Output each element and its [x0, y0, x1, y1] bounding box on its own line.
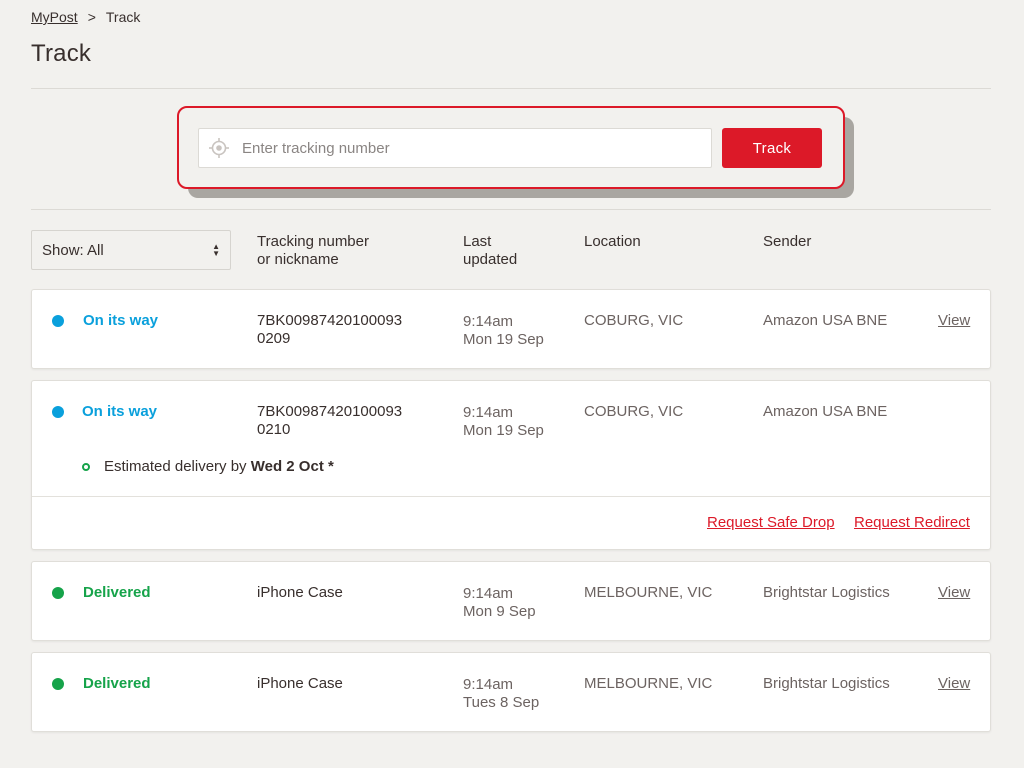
updated-time: 9:14am: [463, 585, 514, 602]
estimate-prefix: Estimated delivery by: [104, 458, 247, 475]
sender: Brightstar Logistics: [763, 675, 890, 692]
request-safe-drop-link[interactable]: Request Safe Drop: [707, 514, 835, 531]
tracking-number: 7BK00987420100093 0209: [257, 312, 403, 347]
divider: [31, 209, 991, 210]
breadcrumb-separator: >: [87, 9, 96, 25]
estimated-delivery: Estimated delivery by Wed 2 Oct *: [82, 458, 334, 475]
status-dot-icon: [52, 406, 64, 418]
track-button[interactable]: Track: [722, 128, 822, 168]
view-link[interactable]: View: [938, 584, 970, 602]
estimate-date: Wed 2 Oct *: [250, 458, 334, 475]
updated-time: 9:14am: [463, 404, 514, 421]
status-label: On its way: [82, 403, 158, 420]
tracking-number: 7BK00987420100093 0210: [257, 403, 403, 438]
card-divider: [32, 496, 990, 497]
shipment-card: Delivered iPhone Case 9:14am Tues 8 Sep …: [31, 652, 991, 732]
status-dot-icon: [52, 678, 64, 690]
shipment-card: Delivered iPhone Case 9:14am Mon 9 Sep M…: [31, 561, 991, 641]
tracking-nickname: iPhone Case: [257, 675, 343, 692]
view-link[interactable]: View: [938, 675, 970, 693]
status-label: Delivered: [83, 675, 151, 692]
estimate-ring-icon: [82, 462, 90, 471]
page-title: Track: [31, 40, 92, 67]
column-header-updated: Last updated: [463, 233, 518, 268]
updated-date: Tues 8 Sep: [463, 694, 540, 711]
column-header-tracking: Tracking number or nickname: [257, 233, 369, 268]
updated-date: Mon 19 Sep: [463, 331, 544, 348]
status-label: On its way: [83, 312, 159, 329]
updated-date: Mon 19 Sep: [463, 422, 544, 439]
sender: Amazon USA BNE: [763, 403, 888, 420]
location: MELBOURNE, VIC: [584, 675, 713, 692]
select-arrows-icon: ▲ ▼: [212, 242, 220, 258]
sender: Amazon USA BNE: [763, 312, 888, 329]
updated-time: 9:14am: [463, 313, 514, 330]
updated-time: 9:14am: [463, 676, 514, 693]
tracking-nickname: iPhone Case: [257, 584, 343, 601]
request-redirect-link[interactable]: Request Redirect: [854, 514, 970, 531]
status-label: Delivered: [83, 584, 151, 601]
filter-label: Show: All: [42, 241, 104, 259]
sender: Brightstar Logistics: [763, 584, 890, 601]
search-field[interactable]: [198, 128, 712, 168]
view-link[interactable]: View: [938, 312, 970, 330]
location-target-icon: [208, 137, 230, 159]
breadcrumb-current: Track: [105, 9, 141, 25]
column-header-sender: Sender: [763, 233, 812, 250]
breadcrumb-home-link[interactable]: MyPost: [31, 9, 78, 25]
show-filter-select[interactable]: Show: All ▲ ▼: [31, 230, 231, 270]
shipment-card: On its way 7BK00987420100093 0210 9:14am…: [31, 380, 991, 550]
status-dot-icon: [52, 587, 64, 599]
location: MELBOURNE, VIC: [584, 584, 713, 601]
column-header-location: Location: [584, 233, 641, 250]
tracking-number-input[interactable]: [242, 139, 682, 157]
updated-date: Mon 9 Sep: [463, 603, 536, 620]
status-dot-icon: [52, 315, 64, 327]
breadcrumb: MyPost > Track: [31, 9, 140, 25]
location: COBURG, VIC: [584, 403, 684, 420]
location: COBURG, VIC: [584, 312, 684, 329]
shipment-card: On its way 7BK00987420100093 0209 9:14am…: [31, 289, 991, 369]
divider: [31, 88, 991, 89]
